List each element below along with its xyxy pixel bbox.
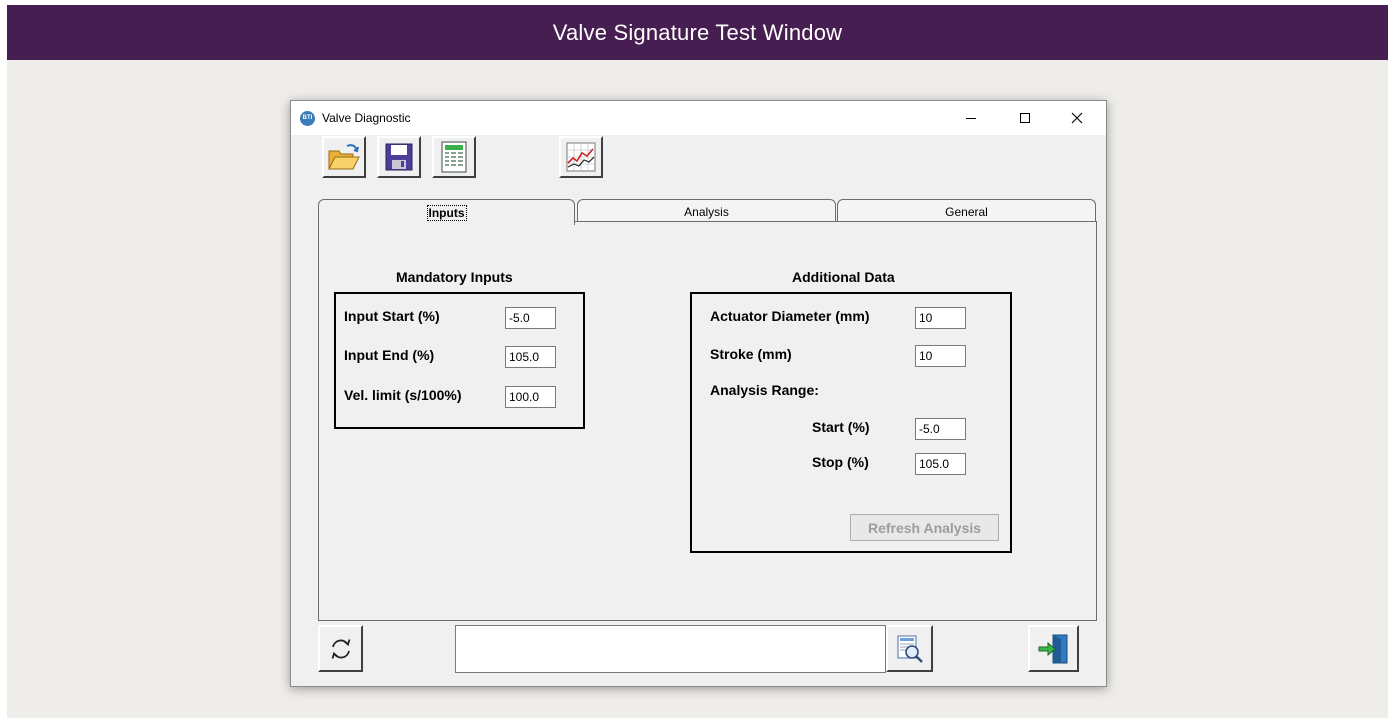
exit-button[interactable] bbox=[1028, 625, 1079, 672]
reload-button[interactable] bbox=[318, 625, 363, 672]
input-start-label: Input Start (%) bbox=[344, 308, 440, 324]
title-bar[interactable]: BTI Valve Diagnostic bbox=[291, 101, 1106, 135]
additional-data-heading: Additional Data bbox=[792, 269, 895, 285]
status-display bbox=[455, 625, 886, 673]
actuator-diameter-field[interactable]: 10 bbox=[915, 307, 966, 329]
inputs-panel: Mandatory Inputs Input Start (%) -5.0 In… bbox=[318, 221, 1097, 621]
open-file-button[interactable] bbox=[322, 136, 366, 178]
actuator-diameter-label: Actuator Diameter (mm) bbox=[710, 308, 870, 324]
range-start-field[interactable]: -5.0 bbox=[915, 418, 966, 440]
mandatory-inputs-group: Input Start (%) -5.0 Input End (%) 105.0… bbox=[334, 292, 585, 429]
analysis-range-label: Analysis Range: bbox=[710, 382, 819, 398]
minimize-button[interactable] bbox=[948, 101, 994, 135]
spreadsheet-button[interactable] bbox=[432, 136, 476, 178]
window-title: Valve Diagnostic bbox=[322, 111, 411, 125]
banner-title: Valve Signature Test Window bbox=[552, 19, 843, 45]
tab-analysis-label: Analysis bbox=[684, 204, 729, 219]
maximize-icon bbox=[1020, 113, 1030, 123]
exit-door-icon bbox=[1038, 634, 1067, 663]
close-button[interactable] bbox=[1054, 101, 1100, 135]
chart-button[interactable] bbox=[559, 136, 603, 178]
range-stop-label: Stop (%) bbox=[812, 454, 869, 470]
mandatory-inputs-heading: Mandatory Inputs bbox=[396, 269, 513, 285]
input-end-label: Input End (%) bbox=[344, 347, 435, 363]
page-frame: Valve Signature Test Window BTI Valve Di… bbox=[7, 5, 1388, 718]
chart-icon bbox=[566, 142, 596, 172]
tab-general-label: General bbox=[945, 204, 988, 219]
vel-limit-label: Vel. limit (s/100%) bbox=[344, 387, 462, 403]
maximize-button[interactable] bbox=[1002, 101, 1048, 135]
view-report-button[interactable] bbox=[886, 625, 933, 672]
tab-general[interactable]: General bbox=[837, 199, 1096, 223]
tab-inputs-label: Inputs bbox=[426, 204, 467, 221]
minimize-icon bbox=[966, 118, 976, 119]
spreadsheet-icon bbox=[441, 141, 467, 173]
vel-limit-field[interactable]: 100.0 bbox=[505, 386, 556, 408]
range-start-label: Start (%) bbox=[812, 419, 870, 435]
stroke-field[interactable]: 10 bbox=[915, 345, 966, 367]
tab-inputs[interactable]: Inputs bbox=[318, 199, 575, 225]
save-button[interactable] bbox=[377, 136, 421, 178]
app-window: BTI Valve Diagnostic Inputs Analysis Gen… bbox=[290, 100, 1107, 687]
magnify-document-icon bbox=[897, 635, 923, 663]
input-start-field[interactable]: -5.0 bbox=[505, 307, 556, 329]
open-folder-icon bbox=[328, 144, 360, 170]
app-logo-icon: BTI bbox=[300, 111, 315, 126]
range-stop-field[interactable]: 105.0 bbox=[915, 453, 966, 475]
tab-analysis[interactable]: Analysis bbox=[577, 199, 836, 223]
tab-strip: Inputs Analysis General bbox=[318, 199, 1097, 225]
refresh-cycle-icon bbox=[331, 638, 350, 659]
input-end-field[interactable]: 105.0 bbox=[505, 346, 556, 368]
stroke-label: Stroke (mm) bbox=[710, 346, 792, 362]
refresh-analysis-button[interactable]: Refresh Analysis bbox=[850, 514, 999, 541]
close-icon bbox=[1071, 112, 1083, 124]
save-disk-icon bbox=[385, 143, 413, 171]
page-banner: Valve Signature Test Window bbox=[7, 5, 1388, 60]
